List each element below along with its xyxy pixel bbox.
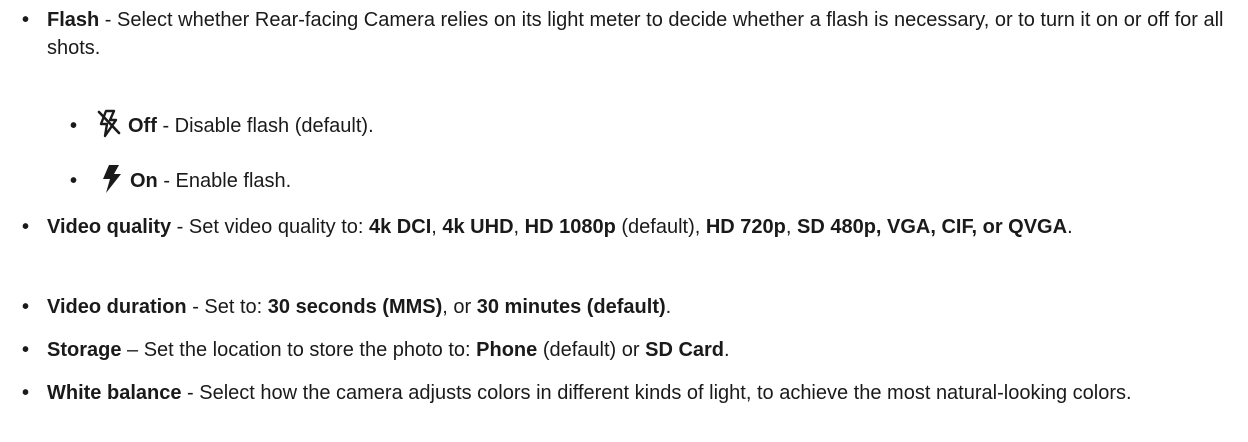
white-balance-term: White balance [47,382,182,404]
option-phone: Phone [476,339,538,361]
list-item-white-balance: • White balance - Select how the camera … [0,379,1248,435]
separator: , [431,216,443,238]
flash-off-description: - Disable flash (default). [156,115,374,137]
option-sd-card: SD Card [645,339,725,361]
list-item-storage: • Storage – Set the location to store th… [0,336,1248,364]
flash-on-icon [100,164,122,202]
video-duration-term: Video duration [47,296,187,318]
video-quality-term: Video quality [47,216,172,238]
bullet: • [22,382,30,404]
period: . [665,296,672,318]
list-item-flash: • Flash - Select whether Rear-facing Cam… [0,6,1248,62]
list-item-flash-on: • On - Enable flash. [0,165,1248,197]
flash-paragraph: Flash - Select whether Rear-facing Camer… [47,6,1237,62]
option-4k-uhd: 4k UHD [442,216,514,238]
bullet: • [22,296,30,318]
list-item-video-quality: • Video quality - Set video quality to: … [0,213,1248,269]
video-quality-paragraph: Video quality - Set video quality to: 4k… [47,213,1237,241]
flash-term: Flash [47,9,100,31]
bullet: • [70,115,78,137]
separator: , [513,216,525,238]
bullet: • [70,170,78,192]
separator: , or [442,296,477,318]
flash-off-label: Off [128,115,157,137]
option-30-seconds: 30 seconds (MMS) [267,296,443,318]
flash-on-label: On [130,170,158,192]
bullet: • [22,216,30,238]
period: . [1067,216,1073,238]
flash-on-text: On - Enable flash. [130,167,291,195]
flash-off-icon [96,109,122,147]
option-hd-1080p: HD 1080p [524,216,616,238]
option-hd-720p: HD 720p [705,216,786,238]
storage-term: Storage [47,339,122,361]
option-sd-480p-vga-cif-qvga: SD 480p, VGA, CIF, or QVGA [797,216,1068,238]
list-item-video-duration: • Video duration - Set to: 30 seconds (M… [0,293,1248,321]
video-quality-description: - Set video quality to: [171,216,369,238]
flash-on-description: - Enable flash. [157,170,292,192]
list-item-flash-off: • Off - Disable flash (default). [0,109,1248,142]
period: . [724,339,730,361]
settings-document: • Flash - Select whether Rear-facing Cam… [0,0,1248,442]
option-30-minutes: 30 minutes (default) [476,296,666,318]
separator: (default), [615,216,706,238]
white-balance-description: - Select how the camera adjusts colors i… [181,382,1132,404]
video-duration-description: - Set to: [186,296,268,318]
white-balance-paragraph: White balance - Select how the camera ad… [47,379,1237,407]
separator: (default) or [537,339,646,361]
bullet: • [22,339,30,361]
bullet: • [22,9,30,31]
flash-description: - Select whether Rear-facing Camera reli… [47,9,1224,59]
storage-description: – Set the location to store the photo to… [121,339,477,361]
storage-paragraph: Storage – Set the location to store the … [47,336,1237,364]
flash-off-text: Off - Disable flash (default). [128,112,374,140]
video-duration-paragraph: Video duration - Set to: 30 seconds (MMS… [47,293,1237,321]
option-4k-dci: 4k DCI [369,216,432,238]
separator: , [785,216,797,238]
